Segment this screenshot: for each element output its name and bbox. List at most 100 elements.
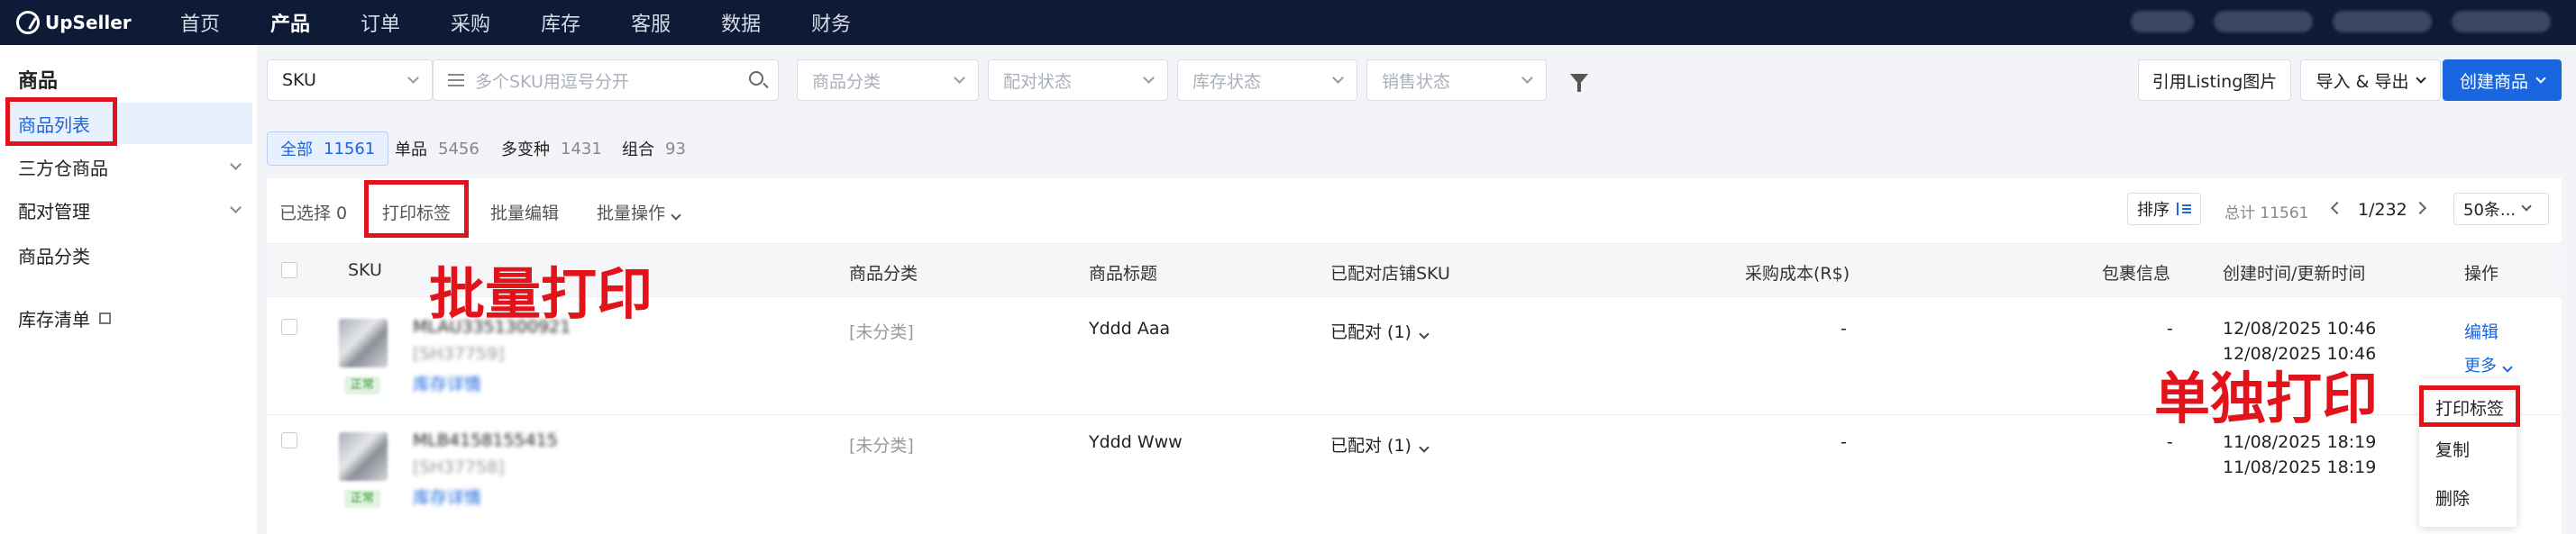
search-placeholder: 多个SKU用逗号分开 — [475, 71, 629, 92]
stock-detail-link[interactable]: 库存详情 — [413, 484, 481, 509]
blurred-user-info[interactable] — [2131, 11, 2194, 32]
menu-item-delete[interactable]: 删除 — [2419, 485, 2517, 510]
nav-item-orders[interactable]: 订单 — [361, 8, 400, 37]
product-thumbnail[interactable] — [339, 319, 388, 367]
sidebar-item-label: 商品分类 — [18, 245, 90, 267]
edit-link[interactable]: 编辑 — [2464, 319, 2498, 343]
listing-images-button[interactable]: 引用Listing图片 — [2138, 59, 2291, 101]
next-page-icon[interactable] — [2413, 201, 2427, 215]
sidebar-item-product-category[interactable]: 商品分类 — [0, 234, 252, 276]
chevron-down-icon — [2535, 72, 2546, 84]
category-select[interactable]: 商品分类 — [797, 59, 979, 101]
nav-item-purchase[interactable]: 采购 — [451, 8, 490, 37]
stock-status-select[interactable]: 库存状态 — [1177, 59, 1357, 101]
pair-status-placeholder: 配对状态 — [1003, 71, 1073, 92]
highlight-box-print-label — [364, 180, 469, 238]
tab-all[interactable]: 全部 11561 — [267, 131, 389, 166]
more-dropdown[interactable]: 更多 — [2464, 353, 2513, 376]
nav-item-finance[interactable]: 财务 — [811, 8, 851, 37]
sku-search-input[interactable]: 多个SKU用逗号分开 — [433, 59, 779, 101]
chevron-down-icon — [1521, 72, 1533, 84]
nav-item-service[interactable]: 客服 — [631, 8, 671, 37]
product-thumbnail[interactable] — [339, 432, 388, 481]
tab-count: 5456 — [438, 139, 480, 158]
category-value: [未分类] — [849, 436, 914, 456]
chevron-down-icon — [407, 72, 419, 84]
sale-status-select[interactable]: 销售状态 — [1366, 59, 1547, 101]
row-checkbox[interactable] — [281, 432, 297, 448]
sidebar-title: 商品 — [18, 70, 59, 93]
prev-page-icon[interactable] — [2330, 201, 2344, 215]
sort-button[interactable]: 排序 — [2127, 193, 2201, 225]
import-export-label: 导入 & 导出 — [2316, 71, 2409, 92]
more-label: 更多 — [2464, 357, 2497, 376]
paired-count[interactable]: 已配对 (1) — [1330, 432, 1430, 457]
blurred-user-info[interactable] — [2214, 11, 2313, 32]
chevron-down-icon — [230, 158, 242, 170]
sku-code[interactable]: MLB4158155415 — [413, 430, 558, 450]
nav-item-inventory[interactable]: 库存 — [541, 8, 580, 37]
batch-ops-label: 批量操作 — [597, 204, 666, 223]
sidebar-item-third-party-warehouse[interactable]: 三方仓商品 — [0, 146, 252, 187]
col-paired-sku: 已配对店铺SKU — [1330, 264, 1450, 284]
tab-bundle[interactable]: 组合 93 — [622, 131, 686, 166]
highlight-box-menu-print-label — [2419, 385, 2520, 427]
updated-time: 11/08/2025 18:19 — [2223, 457, 2377, 477]
tab-label: 多变种 — [501, 140, 550, 159]
logo[interactable]: UpSeller — [16, 11, 151, 34]
create-product-button[interactable]: 创建商品 — [2443, 59, 2562, 101]
chevron-down-icon — [2521, 201, 2532, 212]
chevron-down-icon — [1419, 329, 1430, 339]
row-checkbox[interactable] — [281, 319, 297, 335]
paired-count[interactable]: 已配对 (1) — [1330, 319, 1430, 343]
search-icon[interactable] — [749, 71, 763, 86]
sidebar-item-inventory-list[interactable]: 库存清单 — [0, 297, 252, 339]
batch-ops-button[interactable]: 批量操作 — [597, 200, 681, 224]
top-nav: UpSeller 首页 产品 订单 采购 库存 客服 数据 财务 — [0, 0, 2576, 45]
col-purchase-cost: 采购成本(R$) — [1745, 264, 1850, 284]
tab-multi-variant[interactable]: 多变种 1431 — [501, 131, 602, 166]
paired-count-label: 已配对 (1) — [1330, 322, 1411, 342]
tab-label: 单品 — [395, 140, 427, 159]
sidebar-item-pair-management[interactable]: 配对管理 — [0, 189, 252, 231]
sku-type-select[interactable]: SKU — [267, 59, 433, 101]
tab-single[interactable]: 单品 5456 — [395, 131, 480, 166]
tab-count: 11561 — [324, 139, 376, 158]
page-size-value: 50条... — [2463, 201, 2517, 220]
chevron-down-icon — [2416, 72, 2427, 84]
created-time: 11/08/2025 18:19 — [2223, 432, 2377, 452]
product-title: Yddd Www — [1089, 432, 1183, 452]
filter-icon[interactable] — [1570, 74, 1588, 92]
tab-count: 1431 — [561, 139, 602, 158]
list-icon — [448, 74, 464, 86]
package-value: - — [2167, 319, 2173, 339]
chevron-down-icon — [2502, 362, 2513, 373]
sidebar-item-label: 三方仓商品 — [18, 157, 108, 179]
blurred-user-info[interactable] — [2452, 11, 2551, 32]
page-size-select[interactable]: 50条... — [2453, 193, 2549, 225]
select-all-checkbox[interactable] — [281, 262, 297, 278]
listing-images-label: 引用Listing图片 — [2151, 71, 2278, 92]
blurred-user-info[interactable] — [2333, 11, 2432, 32]
batch-edit-button[interactable]: 批量编辑 — [490, 200, 559, 224]
sidebar-item-label: 配对管理 — [18, 200, 90, 222]
nav-item-products[interactable]: 产品 — [270, 8, 310, 37]
external-link-icon — [99, 312, 111, 324]
nav-menu: 首页 产品 订单 采购 库存 客服 数据 财务 — [180, 8, 901, 37]
create-product-label: 创建商品 — [2459, 71, 2528, 92]
logo-text: UpSeller — [45, 12, 132, 33]
col-sku: SKU — [348, 260, 382, 280]
import-export-button[interactable]: 导入 & 导出 — [2300, 59, 2441, 101]
stock-detail-link[interactable]: 库存详情 — [413, 371, 481, 395]
nav-item-data[interactable]: 数据 — [721, 8, 761, 37]
sub-sku: [SH37759] — [413, 344, 505, 364]
tab-label: 组合 — [622, 140, 654, 159]
pair-status-select[interactable]: 配对状态 — [988, 59, 1168, 101]
col-title: 商品标题 — [1089, 264, 1158, 284]
col-actions: 操作 — [2464, 264, 2499, 284]
chevron-down-icon — [671, 210, 681, 221]
menu-item-copy[interactable]: 复制 — [2419, 437, 2517, 461]
nav-item-home[interactable]: 首页 — [180, 8, 220, 37]
col-created-updated: 创建时间/更新时间 — [2223, 264, 2366, 284]
status-badge: 正常 — [344, 376, 380, 394]
